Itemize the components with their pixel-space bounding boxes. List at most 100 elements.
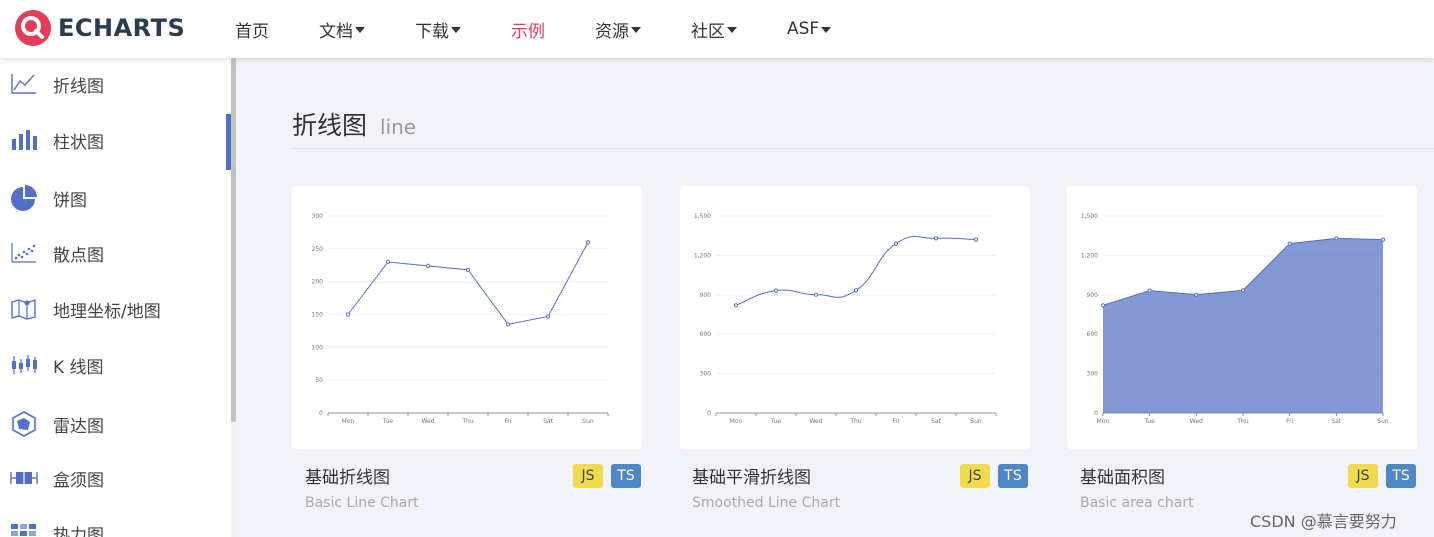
y-tick-label: 250 (312, 246, 324, 253)
sidebar-item-label: 折线图 (53, 76, 104, 97)
x-tick-label: Mon (342, 418, 355, 425)
sidebar-item-radar[interactable]: 雷达图 (0, 404, 228, 444)
nav-item-download[interactable]: 下载 (415, 17, 461, 42)
caret-down-icon (821, 27, 832, 33)
sidebar-item-boxplot[interactable]: 盒须图 (0, 458, 228, 498)
y-tick-label: 600 (1087, 331, 1099, 338)
y-tick-label: 600 (700, 331, 712, 338)
scatter-chart-icon (10, 239, 38, 267)
sidebar-item-pie[interactable]: 饼图 (0, 178, 228, 218)
sidebar-item-label: K 线图 (53, 357, 104, 378)
y-tick-label: 900 (1087, 292, 1099, 299)
data-point (1100, 303, 1106, 308)
data-point (1194, 292, 1199, 297)
section-divider (292, 148, 1434, 149)
sidebar-item-bar[interactable]: 柱状图 (0, 120, 228, 160)
ts-code-badge[interactable]: TS (611, 464, 641, 488)
ts-code-badge[interactable]: TS (1386, 464, 1416, 488)
sidebar-item-line[interactable]: 折线图 (0, 64, 228, 104)
data-point (973, 237, 979, 242)
sidebar-scrollbar-thumb[interactable] (231, 58, 236, 422)
y-tick-label: 200 (312, 279, 324, 286)
y-tick-label: 300 (1087, 371, 1099, 378)
caret-down-icon (631, 27, 641, 33)
data-point (1147, 288, 1152, 293)
y-tick-label: 0 (1094, 410, 1098, 417)
nav-item-resources[interactable]: 资源 (595, 17, 641, 42)
nav-item-asf[interactable]: ASF (787, 19, 832, 39)
y-tick-label: 0 (319, 410, 323, 417)
data-point (585, 240, 591, 245)
radar-icon (10, 410, 38, 438)
sidebar-item-label: 饼图 (53, 190, 87, 211)
card-title[interactable]: 基础折线图 (305, 463, 390, 488)
nav-item-label: 文档 (319, 21, 353, 42)
main-nav: 首页 文档 下载 示例 资源 社区 ASF (235, 0, 881, 58)
card-title[interactable]: 基础平滑折线图 (692, 463, 811, 488)
y-tick-label: 150 (312, 312, 324, 319)
nav-item-examples[interactable]: 示例 (511, 17, 545, 42)
sidebar-item-label: 地理坐标/地图 (53, 301, 161, 322)
y-tick-label: 300 (700, 371, 712, 378)
x-tick-label: Fri (892, 418, 899, 425)
example-card-smoothed-line[interactable]: 0 300 600 900 1,200 1,500 Mon Tue Wed Thu Fri Sat Su… (680, 186, 1030, 449)
chart-preview: 0 300 600 900 1,200 1,500 Mon Tue Wed Thu Fri Sat Su… (1081, 213, 1389, 425)
sidebar-item-heatmap[interactable]: 热力图 (0, 513, 228, 537)
chart-type-sidebar: 折线图 柱状图 饼图 散点图 地理坐标/地图 K 线图 雷达图 盒须图 热力图 (0, 58, 236, 537)
x-tick-label: Thu (461, 418, 473, 425)
chart-preview: 0 50 100 150 200 250 300 Mon Tue Wed Thu Fri Sat Sun (312, 213, 609, 425)
example-card-basic-line[interactable]: 0 50 100 150 200 250 300 Mon Tue Wed Thu Fri Sat Sun (292, 186, 642, 449)
nav-item-community[interactable]: 社区 (691, 17, 737, 42)
nav-item-docs[interactable]: 文档 (319, 17, 365, 42)
line-chart-icon (10, 70, 38, 98)
nav-item-home[interactable]: 首页 (235, 17, 269, 42)
data-point (853, 288, 859, 293)
card-subtitle: Basic Line Chart (305, 495, 419, 511)
ts-code-badge[interactable]: TS (998, 464, 1028, 488)
y-tick-label: 1,200 (1081, 252, 1098, 259)
example-card-basic-area[interactable]: 0 300 600 900 1,200 1,500 Mon Tue Wed Thu Fri Sat Su… (1067, 186, 1417, 449)
echarts-logo[interactable]: ECHARTS (14, 7, 185, 49)
heatmap-icon (10, 519, 38, 537)
sidebar-item-label: 盒须图 (53, 470, 104, 491)
section-subtitle: line (380, 115, 417, 139)
y-tick-label: 900 (700, 292, 712, 299)
x-tick-label: Tue (382, 418, 394, 425)
data-point (385, 259, 391, 265)
nav-item-label: 下载 (415, 21, 449, 42)
data-point (933, 236, 939, 241)
sidebar-item-scatter[interactable]: 散点图 (0, 233, 228, 273)
candlestick-icon (10, 351, 38, 379)
x-tick-label: Sat (1331, 418, 1341, 425)
y-tick-label: 1,500 (694, 213, 711, 220)
y-tick-label: 100 (312, 344, 324, 351)
y-tick-label: 1,500 (1081, 213, 1098, 220)
x-tick-label: Wed (421, 418, 434, 425)
data-point (425, 263, 431, 269)
map-icon (10, 295, 38, 323)
x-tick-label: Mon (1097, 418, 1110, 425)
sidebar-item-map[interactable]: 地理坐标/地图 (0, 289, 228, 329)
area-fill (1103, 238, 1383, 413)
caret-down-icon (355, 27, 365, 33)
nav-item-label: 资源 (595, 21, 629, 42)
x-tick-label: Tue (1144, 418, 1156, 425)
js-code-badge[interactable]: JS (960, 464, 990, 488)
js-code-badge[interactable]: JS (1348, 464, 1378, 488)
x-tick-label: Tue (770, 418, 782, 425)
csdn-watermark: CSDN @慕言要努力 (1250, 512, 1397, 531)
data-point (1334, 236, 1339, 241)
nav-item-label: 社区 (691, 21, 725, 42)
x-tick-label: Sat (543, 418, 553, 425)
x-tick-label: Sun (970, 418, 982, 425)
nav-item-label: 示例 (511, 21, 545, 42)
nav-item-label: ASF (787, 19, 820, 39)
data-point (1380, 237, 1386, 242)
sidebar-item-candlestick[interactable]: K 线图 (0, 345, 228, 385)
brand-name: ECHARTS (58, 14, 186, 42)
x-tick-label: Mon (730, 418, 743, 425)
card-title[interactable]: 基础面积图 (1080, 463, 1165, 488)
sidebar-item-label: 散点图 (53, 245, 104, 266)
js-code-badge[interactable]: JS (573, 464, 603, 488)
sidebar-item-label: 雷达图 (53, 416, 104, 437)
